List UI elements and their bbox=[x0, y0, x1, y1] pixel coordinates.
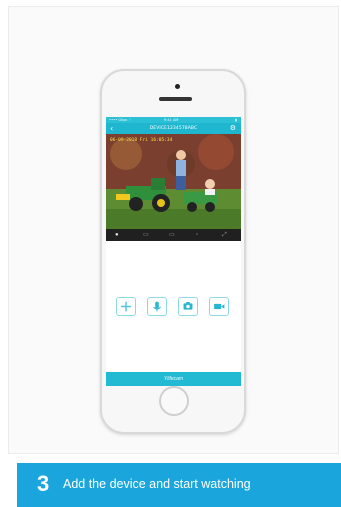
direction-pad-icon bbox=[121, 301, 131, 312]
video-toolbar: ● ▭ ▭ ▫ ⤢ bbox=[106, 229, 241, 241]
brand-logo-text: Ylifecam bbox=[163, 376, 184, 382]
video-scene bbox=[106, 134, 241, 229]
app-header: ‹ DEVICE1234578ABC ⚙ bbox=[106, 123, 241, 134]
record-button[interactable] bbox=[209, 297, 229, 316]
phone-home-button[interactable] bbox=[159, 386, 189, 416]
back-arrow-icon[interactable]: ‹ bbox=[110, 123, 113, 134]
phone-screen: •••• Giloo ⌔ 9:41 AM ▮ ‹ DEVICE1234578AB… bbox=[106, 117, 241, 386]
step-banner: 3 Add the device and start watching bbox=[17, 463, 341, 507]
step-number: 3 bbox=[37, 471, 50, 496]
snapshot-icon[interactable]: ▭ bbox=[143, 229, 149, 241]
ptz-control-button[interactable] bbox=[116, 297, 136, 316]
camera-icon bbox=[183, 302, 193, 310]
speaker-icon[interactable]: ▫ bbox=[196, 229, 198, 241]
talk-button[interactable] bbox=[147, 297, 167, 316]
fullscreen-icon[interactable]: ⤢ bbox=[222, 229, 227, 241]
quality-icon[interactable]: ▭ bbox=[169, 229, 175, 241]
video-record-icon bbox=[214, 303, 225, 310]
step-instruction: Add the device and start watching bbox=[63, 477, 251, 491]
front-camera bbox=[175, 84, 180, 89]
live-video-feed[interactable]: 06-09-2018 Fri 16:05:34 bbox=[106, 134, 241, 229]
settings-gear-icon[interactable]: ⚙ bbox=[230, 123, 236, 134]
snapshot-button[interactable] bbox=[178, 297, 198, 316]
app-footer: Ylifecam bbox=[106, 372, 241, 386]
record-dot-icon[interactable]: ● bbox=[115, 229, 119, 241]
video-timestamp: 06-09-2018 Fri 16:05:34 bbox=[110, 138, 173, 143]
device-title: DEVICE1234578ABC bbox=[149, 126, 198, 131]
controls-panel bbox=[106, 241, 241, 372]
microphone-icon bbox=[153, 301, 161, 312]
earpiece-speaker bbox=[159, 97, 192, 101]
